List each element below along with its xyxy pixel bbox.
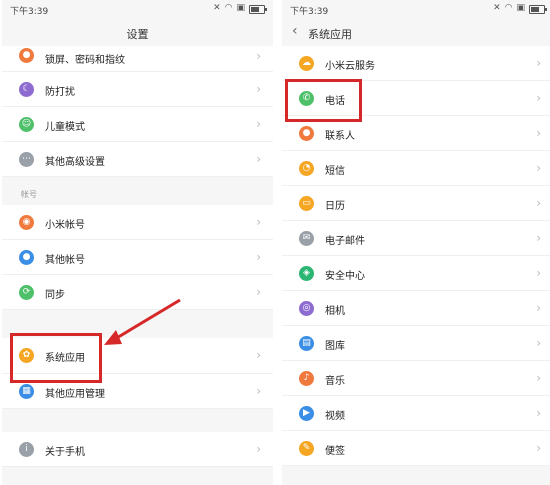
annotation-arrow-icon	[104, 298, 181, 345]
